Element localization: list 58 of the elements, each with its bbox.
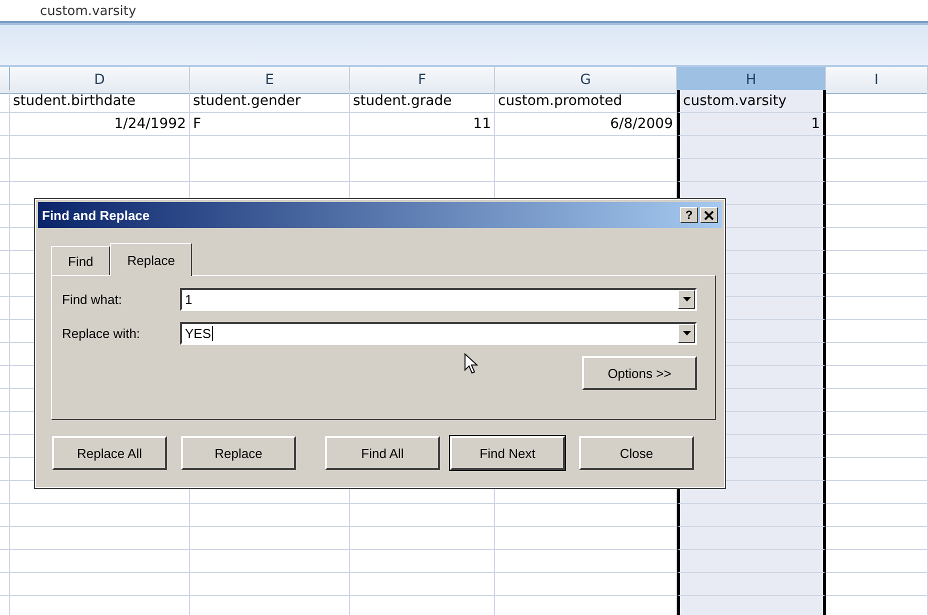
dialog-button[interactable]: Replace All bbox=[52, 436, 167, 470]
field-label: Find what: bbox=[62, 292, 123, 307]
row-header[interactable] bbox=[0, 550, 10, 573]
row-header[interactable] bbox=[0, 504, 10, 527]
row-header[interactable] bbox=[0, 366, 10, 389]
dialog-title: Find and Replace bbox=[42, 208, 150, 222]
row-header[interactable] bbox=[0, 343, 10, 366]
combo-field[interactable]: YES bbox=[180, 322, 697, 345]
column-header[interactable]: I bbox=[826, 67, 928, 94]
dialog-button[interactable]: Close bbox=[579, 436, 694, 470]
table-cell: student.gender bbox=[190, 90, 350, 113]
close-icon bbox=[704, 210, 714, 220]
select-all-corner[interactable] bbox=[0, 67, 10, 94]
dropdown-button[interactable] bbox=[678, 324, 695, 343]
row-header[interactable] bbox=[0, 320, 10, 343]
column-header[interactable]: F bbox=[350, 67, 495, 94]
help-button[interactable]: ? bbox=[680, 207, 698, 223]
row-header[interactable] bbox=[0, 182, 10, 205]
row-header[interactable] bbox=[0, 389, 10, 412]
column-header[interactable]: D bbox=[10, 67, 190, 94]
row-header[interactable] bbox=[0, 136, 10, 159]
row-header[interactable] bbox=[0, 113, 10, 136]
dropdown-arrow-icon bbox=[682, 331, 690, 336]
options-button[interactable]: Options >> bbox=[582, 356, 697, 390]
table-cell: student.grade bbox=[350, 90, 495, 113]
row-header[interactable] bbox=[0, 205, 10, 228]
dialog-button[interactable]: Find Next bbox=[450, 436, 565, 470]
row-header[interactable] bbox=[0, 90, 10, 113]
dialog-button[interactable]: Find All bbox=[325, 436, 440, 470]
table-cell: custom.varsity bbox=[677, 90, 826, 113]
row-header[interactable] bbox=[0, 228, 10, 251]
table-cell: 1 bbox=[677, 113, 826, 136]
column-header[interactable]: G bbox=[495, 67, 677, 94]
row-header[interactable] bbox=[0, 481, 10, 504]
row-header[interactable] bbox=[0, 527, 10, 550]
row-header[interactable] bbox=[0, 297, 10, 320]
row-header[interactable] bbox=[0, 251, 10, 274]
table-cell: 1/24/1992 bbox=[10, 113, 190, 136]
field-label: Replace with: bbox=[62, 326, 142, 341]
table-cell: F bbox=[190, 113, 350, 136]
row-header[interactable] bbox=[0, 159, 10, 182]
dialog-button[interactable]: Replace bbox=[181, 436, 296, 470]
dropdown-arrow-icon bbox=[682, 297, 690, 302]
combo-field[interactable]: 1 bbox=[180, 288, 697, 311]
column-header[interactable]: E bbox=[190, 67, 350, 94]
table-cell: student.birthdate bbox=[10, 90, 190, 113]
mouse-pointer-icon bbox=[464, 353, 478, 375]
row-header[interactable] bbox=[0, 435, 10, 458]
dropdown-button[interactable] bbox=[678, 290, 695, 309]
tab[interactable]: Replace bbox=[110, 243, 192, 276]
row-header[interactable] bbox=[0, 573, 10, 596]
tab[interactable]: Find bbox=[51, 246, 110, 275]
row-header[interactable] bbox=[0, 274, 10, 297]
row-header[interactable] bbox=[0, 412, 10, 435]
table-cell: 11 bbox=[350, 113, 495, 136]
row-header[interactable] bbox=[0, 458, 10, 481]
close-button[interactable] bbox=[700, 207, 718, 223]
formula-value: custom.varsity bbox=[40, 4, 136, 19]
